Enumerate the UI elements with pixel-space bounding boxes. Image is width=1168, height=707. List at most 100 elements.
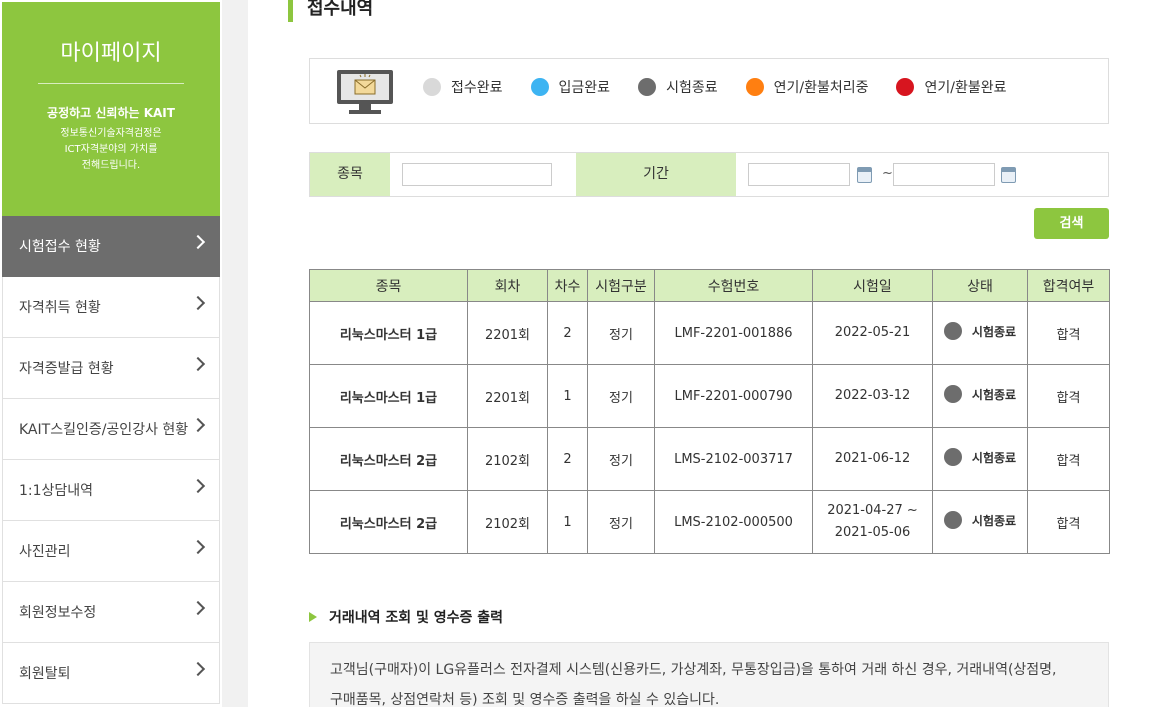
status-text: 시험종료 (971, 450, 1017, 465)
sidebar-item-withdraw[interactable]: 회원탈퇴 (2, 643, 220, 704)
stage-cell: 2 (547, 427, 588, 491)
stage-cell: 2 (547, 301, 588, 365)
subject-input[interactable] (402, 163, 552, 186)
mypage-desc-line: 전해드립니다. (81, 160, 141, 171)
type-cell: 정기 (587, 490, 655, 554)
calendar-icon[interactable] (1001, 167, 1016, 183)
start-date-input[interactable] (748, 163, 850, 186)
stage-cell: 1 (547, 490, 588, 554)
mypage-banner: 마이페이지 공정하고 신뢰하는 KAIT 정보통신기술자격검정은 ICT자격분야… (2, 2, 220, 216)
status-dot-icon (423, 78, 441, 96)
status-cell: 시험종료 (932, 427, 1028, 491)
sidebar-item-label: 시험접수 현황 (19, 239, 101, 255)
column-header: 시험구분 (587, 269, 655, 302)
exam-date-cell: 2021-04-27 ~ 2021-05-06 (812, 490, 933, 554)
round-cell: 2102회 (467, 490, 548, 554)
sidebar-item-label: 자격증발급 현황 (19, 361, 114, 377)
status-dot-icon (638, 78, 657, 96)
legend-label: 연기/환불처리중 (773, 80, 869, 96)
column-header: 차수 (547, 269, 588, 302)
notice-line: 구매품목, 상점연락처 등) 조회 및 영수증 출력을 하실 수 있습니다. (330, 692, 720, 707)
exam-number-cell: LMS-2102-003717 (654, 427, 813, 491)
status-cell: 시험종료 (932, 301, 1028, 365)
subject-cell: 리눅스마스터 1급 (309, 364, 468, 428)
sidebar: 마이페이지 공정하고 신뢰하는 KAIT 정보통신기술자격검정은 ICT자격분야… (0, 0, 222, 707)
status-text: 시험종료 (971, 387, 1017, 402)
sidebar-item-member-edit[interactable]: 회원정보수정 (2, 582, 220, 643)
status-dot-icon (745, 78, 764, 96)
column-header: 합격여부 (1027, 269, 1110, 302)
transaction-heading-text: 거래내역 조회 및 영수증 출력 (329, 610, 504, 626)
round-cell: 2201회 (467, 301, 548, 365)
legend-label: 접수완료 (451, 80, 503, 96)
end-date-input[interactable] (893, 163, 995, 186)
monitor-mail-icon (337, 70, 393, 114)
sidebar-item-photo[interactable]: 사진관리 (2, 521, 220, 582)
calendar-icon[interactable] (857, 167, 872, 183)
exam-number-cell: LMF-2201-000790 (654, 364, 813, 428)
sidebar-item-consultation[interactable]: 1:1상담내역 (2, 460, 220, 521)
table-row[interactable]: 리눅스마스터 2급 2102회 1 정기 LMS-2102-000500 202… (309, 490, 1110, 554)
status-text: 시험종료 (971, 324, 1017, 339)
subject-label: 종목 (310, 153, 390, 196)
mypage-desc-line: ICT자격분야의 가치를 (64, 144, 158, 155)
table-row[interactable]: 리눅스마스터 2급 2102회 2 정기 LMS-2102-003717 202… (309, 427, 1110, 491)
legend-item: 시험종료 (638, 77, 718, 97)
sidebar-item-label: 자격취득 현황 (19, 300, 101, 316)
exam-date-line: 2022-03-12 (834, 388, 911, 403)
triangle-bullet-icon (309, 612, 317, 622)
status-cell: 시험종료 (932, 490, 1028, 554)
chevron-right-icon (190, 661, 206, 677)
exam-date-line: 2021-06-12 (834, 451, 911, 466)
exam-date-cell: 2022-03-12 (812, 364, 933, 428)
table-row[interactable]: 리눅스마스터 1급 2201회 2 정기 LMF-2201-001886 202… (309, 301, 1110, 365)
sidebar-item-label: 회원탈퇴 (19, 666, 71, 682)
mypage-slogan: 공정하고 신뢰하는 KAIT (47, 106, 175, 120)
chevron-right-icon (190, 234, 206, 250)
legend-item: 입금완료 (530, 77, 610, 97)
subject-cell: 리눅스마스터 2급 (309, 427, 468, 491)
mypage-divider (38, 83, 184, 84)
page-title: 접수내역 (288, 0, 373, 22)
table-row[interactable]: 리눅스마스터 1급 2201회 1 정기 LMF-2201-000790 202… (309, 364, 1110, 428)
exam-date-line: 2021-05-06 (834, 525, 911, 540)
legend-items: 접수완료 입금완료 시험종료 연기/환불처리중 연기/환불완료 (423, 77, 1034, 97)
exam-number-cell: LMS-2102-000500 (654, 490, 813, 554)
legend-label: 시험종료 (666, 80, 718, 96)
result-cell: 합격 (1027, 427, 1110, 491)
transaction-notice: 고객님(구매자)이 LG유플러스 전자결제 시스템(신용카드, 가상계좌, 무통… (309, 642, 1109, 707)
column-header: 상태 (932, 269, 1028, 302)
exam-date-cell: 2022-05-21 (812, 301, 933, 365)
sidebar-menu: 시험접수 현황 자격취득 현황 자격증발급 현황 KAIT스킬인증/공인강사 현… (2, 216, 220, 704)
sidebar-item-qualification[interactable]: 자격취득 현황 (2, 277, 220, 338)
sidebar-item-exam-application[interactable]: 시험접수 현황 (2, 216, 220, 277)
chevron-right-icon (190, 417, 206, 433)
type-cell: 정기 (587, 301, 655, 365)
sidebar-item-label: KAIT스킬인증/공인강사 현황 (19, 422, 189, 438)
period-label: 기간 (576, 153, 736, 196)
legend-item: 연기/환불완료 (896, 77, 1006, 97)
status-legend: 접수완료 입금완료 시험종료 연기/환불처리중 연기/환불완료 (309, 58, 1109, 124)
chevron-right-icon (190, 539, 206, 555)
sidebar-item-skill-cert[interactable]: KAIT스킬인증/공인강사 현황 (2, 399, 220, 460)
sidebar-item-certificate-issue[interactable]: 자격증발급 현황 (2, 338, 220, 399)
mypage-desc-line: 정보통신기술자격검정은 (60, 128, 162, 139)
result-cell: 합격 (1027, 301, 1110, 365)
stage-cell: 1 (547, 364, 588, 428)
chevron-right-icon (190, 600, 206, 616)
chevron-right-icon (190, 478, 206, 494)
round-cell: 2102회 (467, 427, 548, 491)
subject-cell: 리눅스마스터 1급 (309, 301, 468, 365)
result-cell: 합격 (1027, 490, 1110, 554)
status-dot-icon (896, 78, 915, 96)
column-header: 시험일 (812, 269, 933, 302)
chevron-right-icon (190, 356, 206, 372)
transaction-section-heading: 거래내역 조회 및 영수증 출력 (309, 607, 503, 627)
sidebar-item-label: 사진관리 (19, 544, 71, 560)
date-range-separator: ~ (882, 166, 893, 181)
search-button[interactable]: 검색 (1034, 208, 1109, 239)
application-table: 종목 회차 차수 시험구분 수험번호 시험일 상태 합격여부 리눅스마스터 1급… (309, 269, 1110, 554)
exam-date-cell: 2021-06-12 (812, 427, 933, 491)
legend-item: 연기/환불처리중 (745, 77, 869, 97)
type-cell: 정기 (587, 427, 655, 491)
